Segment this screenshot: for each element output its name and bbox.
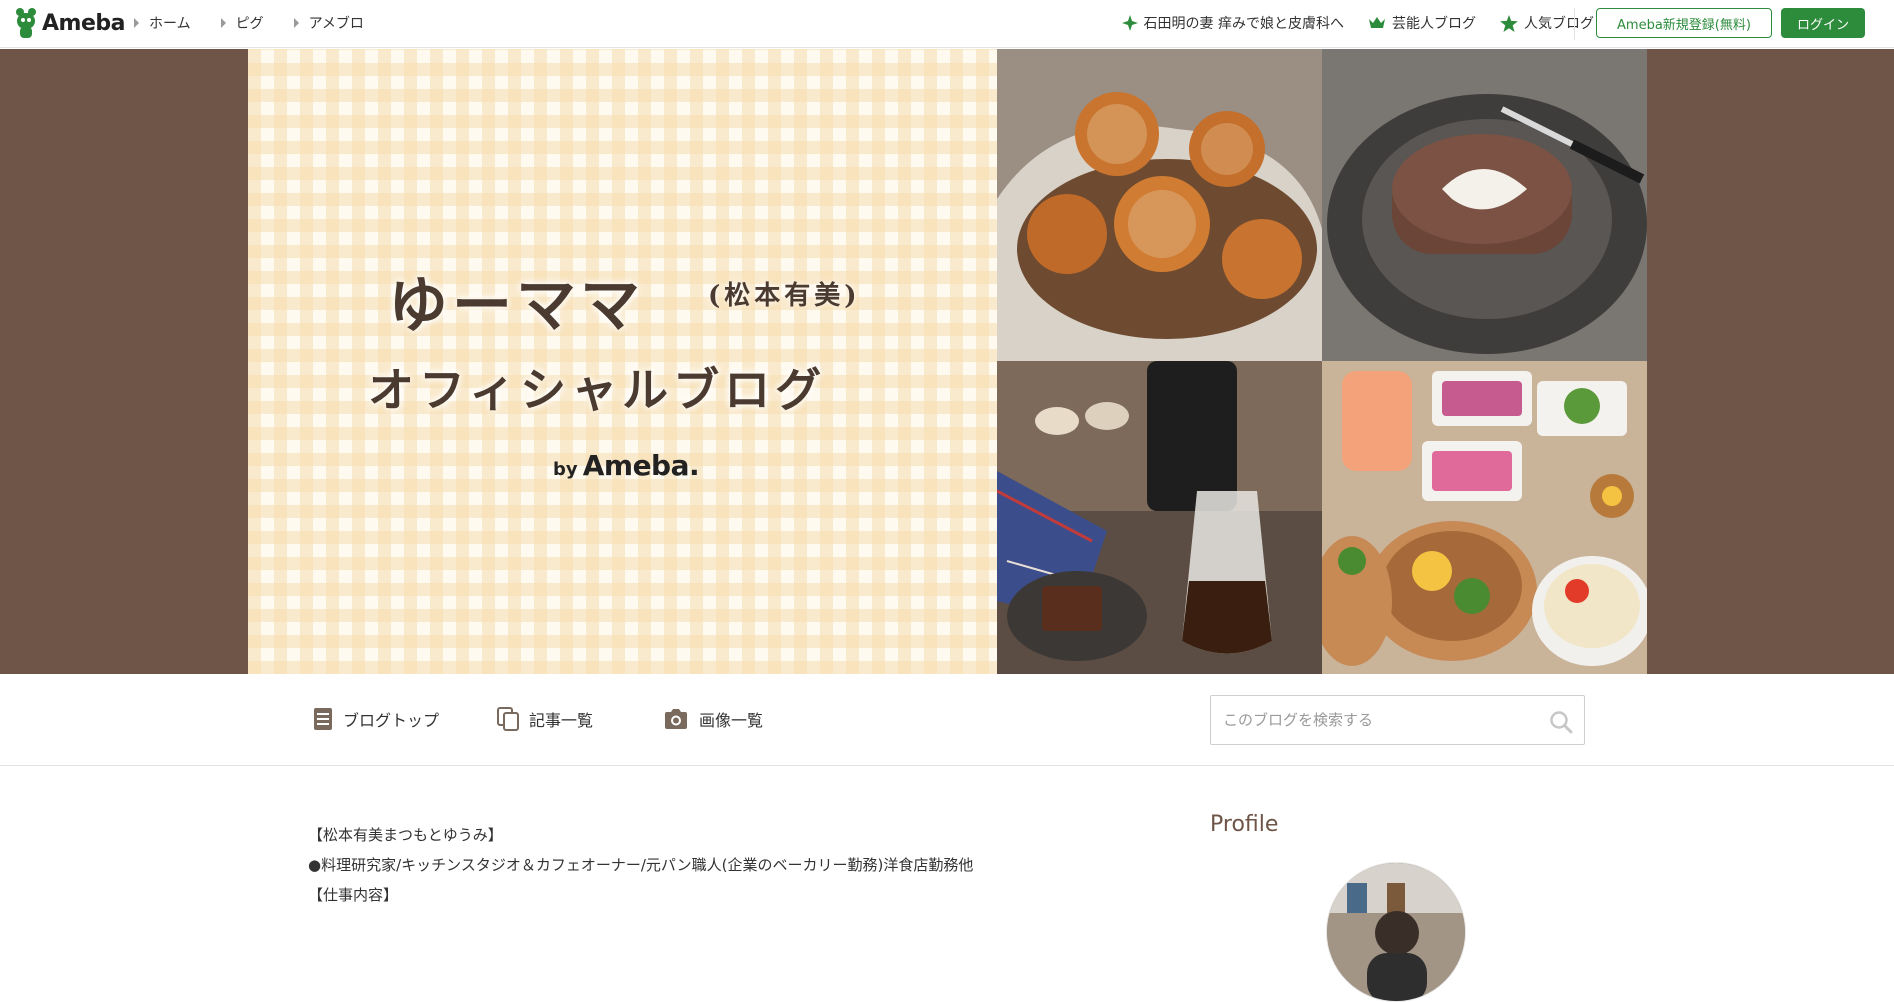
global-nav: ホーム ピグ アメブロ bbox=[134, 0, 394, 46]
blog-search-box bbox=[1210, 695, 1585, 745]
profile-heading: Profile bbox=[1210, 812, 1279, 837]
nav-pigg-label: ピグ bbox=[235, 16, 264, 32]
image-list-label: 画像一覧 bbox=[699, 711, 764, 730]
blog-top-label: ブログトップ bbox=[343, 711, 440, 730]
ameba-logo[interactable]: Ameba bbox=[14, 7, 125, 39]
avatar[interactable] bbox=[1326, 862, 1466, 1002]
register-button[interactable]: Ameba新規登録(無料) bbox=[1596, 8, 1772, 38]
camera-icon bbox=[665, 709, 687, 729]
login-button[interactable]: ログイン bbox=[1781, 8, 1865, 38]
blog-title-main: ゆーママ bbox=[388, 271, 644, 341]
by-text: by bbox=[553, 459, 578, 480]
intro-line: ●料理研究家/キッチンスタジオ＆カフェオーナー/元パン職人(企業のベーカリー勤務… bbox=[308, 856, 974, 874]
global-header: Ameba ホーム ピグ アメブロ 石田明の妻 痒みで娘と皮膚科へ 芸能人ブログ… bbox=[0, 0, 1894, 48]
celebrity-blog-label: 芸能人ブログ bbox=[1392, 16, 1476, 32]
nav-ameblo-label: アメブロ bbox=[308, 16, 364, 32]
crown-icon bbox=[1369, 17, 1385, 28]
trending-topic-label: 石田明の妻 痒みで娘と皮膚科へ bbox=[1143, 16, 1344, 32]
image-list-link[interactable]: 画像一覧 bbox=[663, 704, 763, 734]
popular-blog-label: 人気ブログ bbox=[1524, 16, 1594, 32]
blog-top-link[interactable]: ブログトップ bbox=[313, 704, 439, 734]
nav-ameblo[interactable]: アメブロ bbox=[293, 13, 364, 33]
caret-right-icon bbox=[220, 18, 226, 28]
blog-intro-text: 【松本有美まつもとゆうみ】 ●料理研究家/キッチンスタジオ＆カフェオーナー/元パ… bbox=[308, 820, 1068, 910]
intro-line: 【松本有美まつもとゆうみ】 bbox=[308, 826, 503, 844]
copy-icon bbox=[497, 707, 519, 731]
ameba-mascot-icon bbox=[16, 8, 36, 38]
caret-right-icon bbox=[293, 18, 299, 28]
ameba-brand-text: Ameba. bbox=[582, 449, 700, 482]
blog-header-banner-area: ゆーママ (松本有美) オフィシャルブログ by Ameba. bbox=[0, 49, 1894, 674]
logo-text: Ameba bbox=[42, 10, 125, 36]
nav-home-label: ホーム bbox=[149, 16, 191, 32]
blog-header-image[interactable]: ゆーママ (松本有美) オフィシャルブログ by Ameba. bbox=[248, 49, 1647, 674]
blog-search-input[interactable] bbox=[1211, 696, 1531, 744]
celebrity-blog-link[interactable]: 芸能人ブログ bbox=[1368, 13, 1476, 33]
sparkle-icon bbox=[1121, 15, 1138, 31]
gingham-background: ゆーママ (松本有美) オフィシャルブログ by Ameba. bbox=[248, 49, 997, 674]
document-icon bbox=[314, 708, 332, 730]
header-divider bbox=[1574, 8, 1575, 40]
star-icon bbox=[1500, 14, 1518, 32]
header-links: 石田明の妻 痒みで娘と皮膚科へ 芸能人ブログ 人気ブログ bbox=[1098, 0, 1594, 46]
search-icon[interactable] bbox=[1548, 709, 1574, 735]
bread-rolls-photo bbox=[997, 49, 1322, 361]
by-ameba-logo: by Ameba. bbox=[553, 449, 700, 482]
blog-title-author: (松本有美) bbox=[708, 281, 861, 311]
bento-boxes-photo bbox=[1322, 361, 1647, 674]
nav-pigg[interactable]: ピグ bbox=[220, 13, 264, 33]
nav-home[interactable]: ホーム bbox=[134, 13, 191, 33]
blog-title-official: オフィシャルブログ bbox=[368, 363, 827, 417]
coffee-and-cake-photo bbox=[997, 361, 1322, 674]
caret-right-icon bbox=[134, 18, 139, 28]
roll-cake-photo bbox=[1322, 49, 1647, 361]
entry-list-label: 記事一覧 bbox=[529, 711, 594, 730]
trending-topic-link[interactable]: 石田明の妻 痒みで娘と皮膚科へ bbox=[1121, 13, 1344, 33]
blog-navigation: ブログトップ 記事一覧 画像一覧 bbox=[0, 674, 1894, 766]
popular-blog-link[interactable]: 人気ブログ bbox=[1500, 13, 1594, 33]
entry-list-link[interactable]: 記事一覧 bbox=[497, 704, 593, 734]
